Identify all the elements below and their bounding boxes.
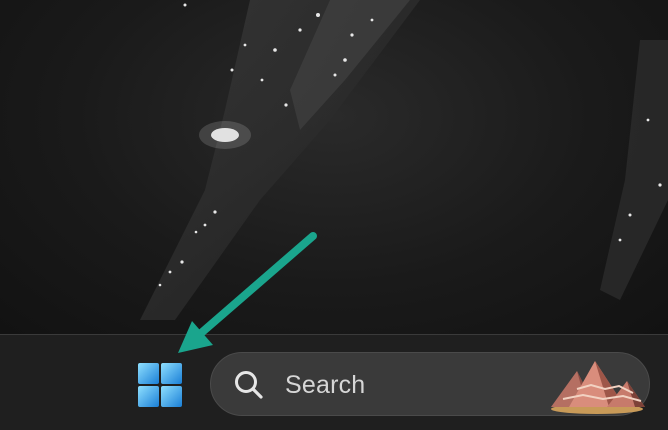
wallpaper-graphic <box>140 0 668 320</box>
desktop-wallpaper <box>0 0 668 334</box>
taskbar-search-box[interactable]: Search <box>210 352 650 416</box>
search-label: Search <box>285 371 366 399</box>
start-button[interactable] <box>130 355 190 415</box>
desktop-screen: Search <box>0 0 668 430</box>
search-highlight-mountains-icon[interactable] <box>547 355 647 415</box>
taskbar: Search <box>0 334 668 430</box>
search-icon <box>235 371 263 399</box>
windows-logo-icon <box>138 363 182 407</box>
